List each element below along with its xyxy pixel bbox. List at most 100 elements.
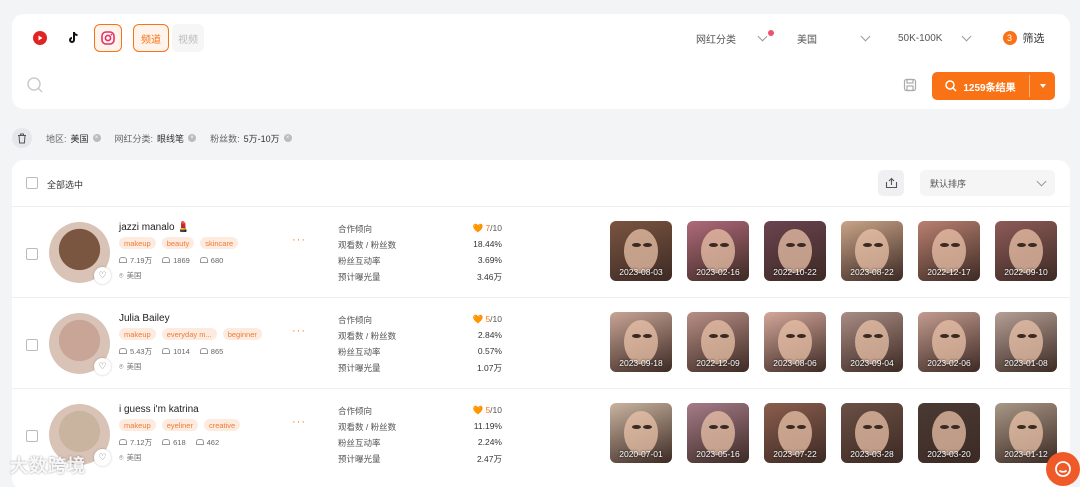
following-stat: 618 [162, 438, 186, 447]
chat-support-button[interactable] [1046, 452, 1080, 486]
location: ⌾ 美国 [119, 270, 142, 281]
thumbnail-detail [797, 243, 806, 247]
video-thumbnail[interactable]: 2023-05-16 [687, 403, 749, 463]
video-thumbnail[interactable]: 2023-08-22 [841, 221, 903, 281]
coop-score-total: /10 [490, 405, 502, 415]
caret-down-icon[interactable] [1040, 84, 1046, 88]
location-value: 美国 [126, 453, 142, 462]
video-thumbnail[interactable]: 2022-12-09 [687, 312, 749, 372]
sort-dropdown[interactable]: 默认排序 [920, 170, 1055, 196]
metric-value: 18.44% [473, 239, 502, 249]
location-pin-icon: ⌾ [119, 270, 124, 280]
followers-count: 7.12万 [130, 438, 153, 447]
category-tag[interactable]: skincare [200, 237, 239, 249]
metric-label: 合作倾向 [338, 406, 373, 416]
filter-button[interactable]: 3 筛选 [991, 24, 1056, 52]
favorite-heart-icon[interactable]: ♡ [94, 358, 111, 375]
search-results-button[interactable]: 1259条结果 [932, 72, 1055, 100]
close-icon[interactable]: × [283, 134, 292, 142]
select-all-checkbox[interactable] [26, 177, 38, 189]
category-tag[interactable]: makeup [119, 237, 156, 249]
video-thumbnail[interactable]: 2022-12-17 [918, 221, 980, 281]
category-tag[interactable]: creative [203, 419, 241, 431]
save-icon[interactable] [903, 78, 917, 92]
thumbnail-detail [863, 243, 872, 247]
close-icon[interactable]: × [188, 134, 197, 142]
row-checkbox[interactable] [26, 248, 38, 260]
thumbnail-date: 2023-03-28 [850, 449, 894, 459]
tab-channel[interactable]: 频道 [133, 24, 169, 52]
category-tag[interactable]: beauty [161, 237, 195, 249]
video-thumbnail[interactable]: 2022-09-10 [995, 221, 1057, 281]
export-button[interactable] [878, 170, 904, 196]
category-tag[interactable]: everyday m... [161, 328, 217, 340]
posts-stat: 680 [199, 256, 223, 265]
category-tag[interactable]: makeup [119, 328, 156, 340]
video-thumbnails: 2023-09-18 2022-12-09 2023-08-06 2023-09-04… [610, 312, 1057, 372]
chevron-down-icon [1036, 176, 1047, 186]
tab-tiktok[interactable] [60, 24, 88, 52]
thumbnail-detail [874, 334, 883, 338]
region-dropdown[interactable]: 美国 [787, 24, 879, 52]
category-tag[interactable]: eyeliner [161, 419, 198, 431]
thumbnail-detail [709, 243, 718, 247]
more-options-icon[interactable]: ··· [292, 325, 306, 337]
tab-instagram[interactable] [94, 24, 122, 52]
category-dropdown[interactable]: 网红分类 [686, 24, 776, 52]
thumbnail-date: 2023-09-04 [850, 358, 894, 368]
video-thumbnail[interactable]: 2023-09-18 [610, 312, 672, 372]
video-thumbnail[interactable]: 2023-09-04 [841, 312, 903, 372]
user-plus-icon [162, 439, 171, 445]
tab-youtube[interactable] [26, 24, 54, 52]
more-options-icon[interactable]: ··· [292, 416, 306, 428]
location: ⌾ 美国 [119, 361, 142, 372]
followers-dropdown[interactable]: 50K-100K [888, 24, 980, 52]
video-thumbnail[interactable]: 2023-03-20 [918, 403, 980, 463]
clear-filters-button[interactable] [12, 128, 32, 148]
thumbnail-detail [1017, 425, 1026, 429]
filter-count-badge: 3 [1002, 31, 1017, 45]
metric-value: 1.07万 [476, 363, 502, 373]
search-input[interactable] [50, 72, 890, 100]
calendar-icon [199, 257, 208, 263]
coop-score: 🧡 5/10 [442, 314, 502, 325]
more-options-icon[interactable]: ··· [292, 234, 306, 246]
following-count: 618 [173, 438, 186, 447]
influencer-name[interactable]: jazzi manalo 💄 [119, 222, 190, 233]
row-checkbox[interactable] [26, 430, 38, 442]
close-icon[interactable]: × [92, 134, 101, 142]
active-filter-chips: 地区: 美国 × 网红分类: 眼线笔 × 粉丝数: 5万-10万 × [12, 128, 306, 148]
category-tag[interactable]: makeup [119, 419, 156, 431]
row-checkbox[interactable] [26, 339, 38, 351]
location-value: 美国 [126, 362, 142, 371]
video-thumbnail[interactable]: 2022-10-22 [764, 221, 826, 281]
followers-stat: 7.12万 [119, 437, 152, 448]
video-thumbnail[interactable]: 2023-08-06 [764, 312, 826, 372]
chip-value: 5万-10万 [243, 133, 280, 144]
category-tag[interactable]: beginner [222, 328, 262, 340]
video-thumbnail[interactable]: 2023-01-12 [995, 403, 1057, 463]
influencer-name[interactable]: Julia Bailey [119, 313, 170, 324]
thumbnail-date: 2022-12-09 [696, 358, 740, 368]
video-thumbnail[interactable]: 2023-03-28 [841, 403, 903, 463]
video-thumbnails: 2020-07-01 2023-05-16 2023-07-22 2023-03-28… [610, 403, 1057, 463]
thumbnail-detail [874, 425, 883, 429]
tag-list: makeup beauty skincare [119, 237, 239, 249]
thumbnail-detail [863, 425, 872, 429]
following-stat: 1014 [162, 347, 190, 356]
influencer-name[interactable]: i guess i'm katrina [119, 404, 199, 415]
favorite-heart-icon[interactable]: ♡ [94, 449, 111, 466]
clear-dot-icon[interactable] [768, 30, 774, 36]
filter-chip-followers: 粉丝数: 5万-10万 × [210, 132, 292, 145]
thumbnail-date: 2023-01-08 [1004, 358, 1048, 368]
thumbnail-detail [632, 243, 641, 247]
tab-video[interactable]: 视频 [172, 24, 204, 52]
video-thumbnail[interactable]: 2023-08-03 [610, 221, 672, 281]
favorite-heart-icon[interactable]: ♡ [94, 267, 111, 284]
metric-value: 2.24% [477, 437, 502, 447]
video-thumbnail[interactable]: 2023-02-06 [918, 312, 980, 372]
video-thumbnail[interactable]: 2023-01-08 [995, 312, 1057, 372]
video-thumbnail[interactable]: 2023-07-22 [764, 403, 826, 463]
video-thumbnail[interactable]: 2023-02-16 [687, 221, 749, 281]
video-thumbnail[interactable]: 2020-07-01 [610, 403, 672, 463]
